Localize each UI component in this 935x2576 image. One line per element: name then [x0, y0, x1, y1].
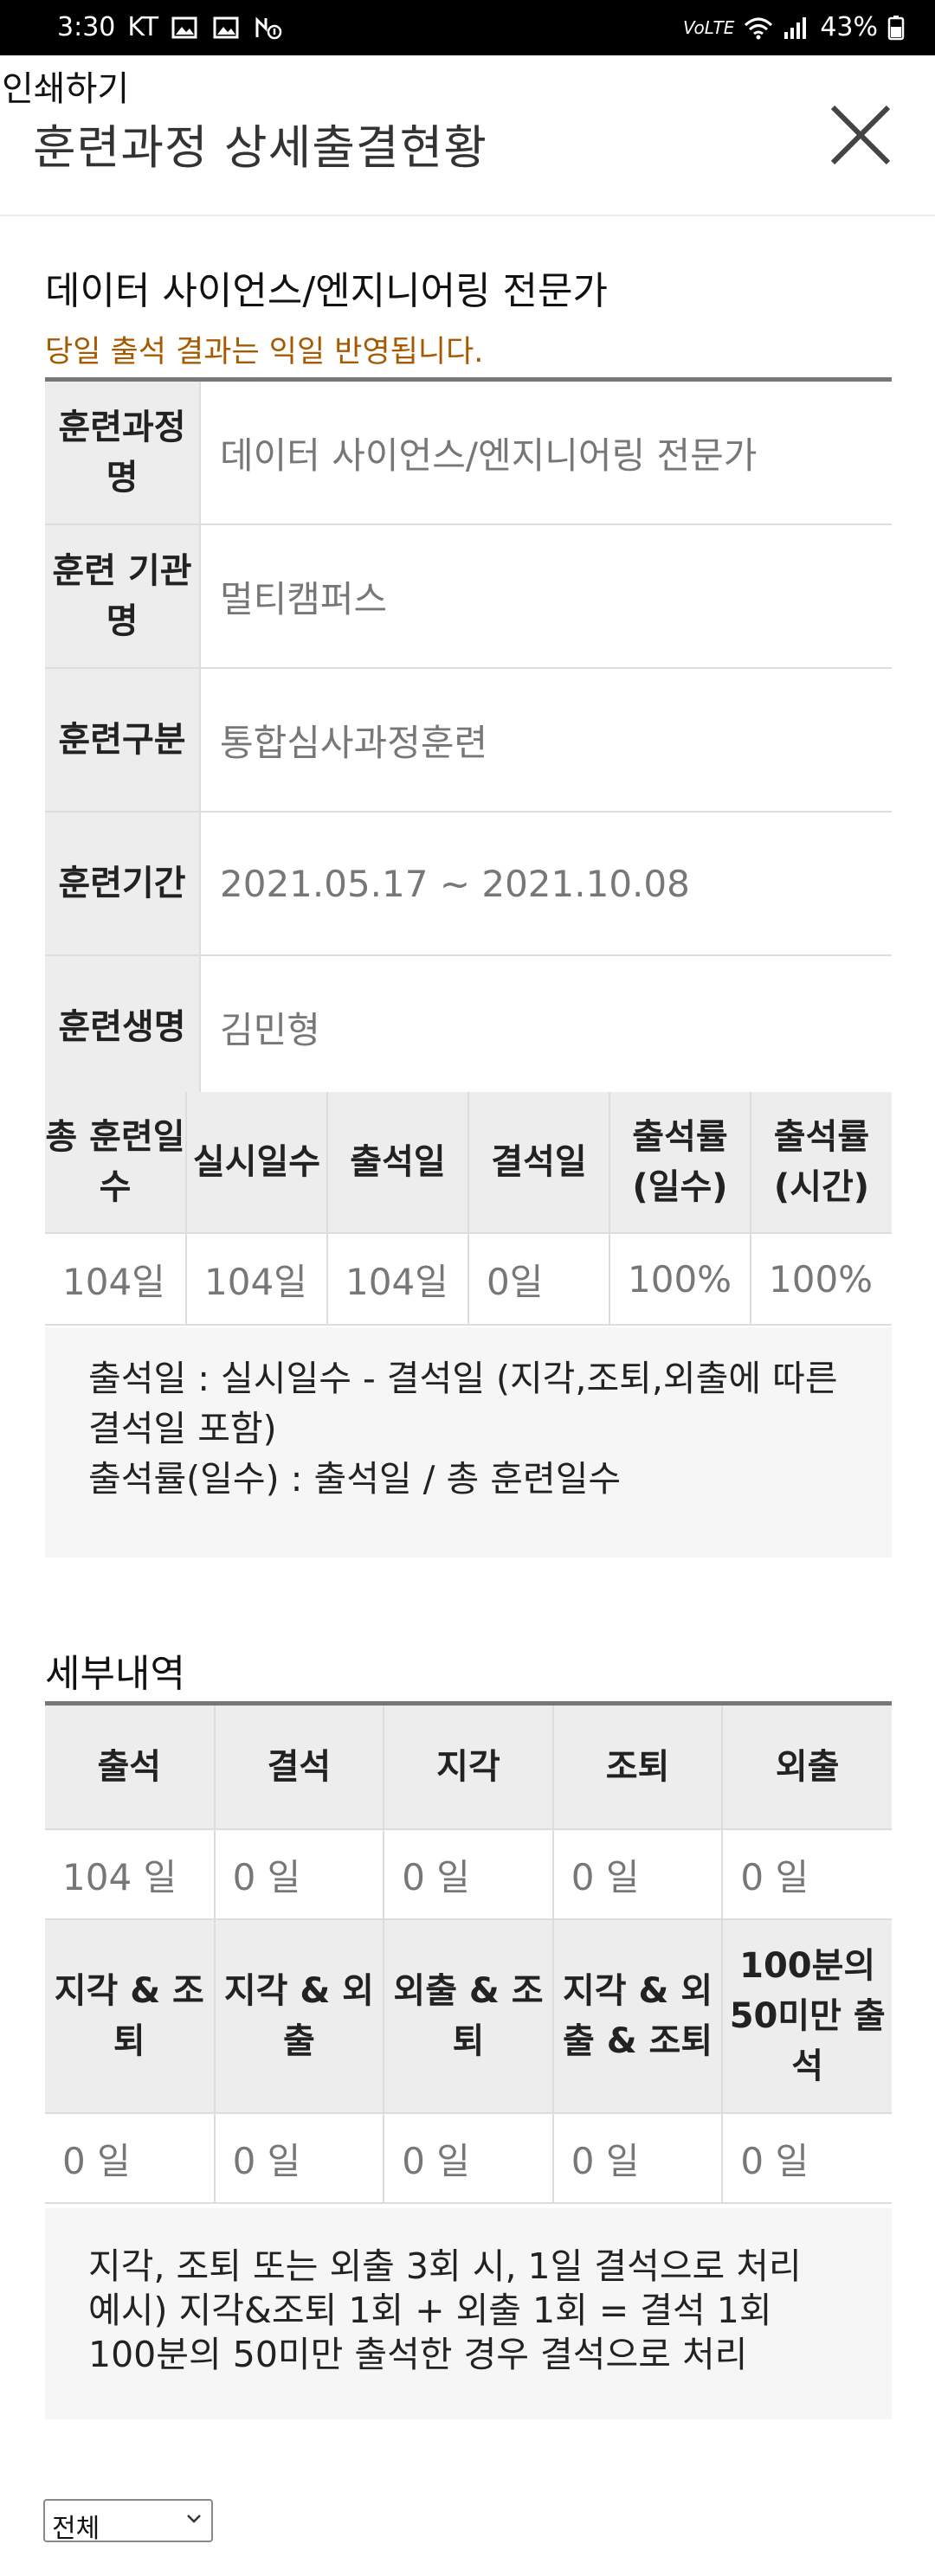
note-line: 지각, 조퇴 또는 외출 3회 시, 1일 결석으로 처리 — [88, 2245, 802, 2287]
info-label: 훈련기간 — [45, 812, 201, 956]
chevron-down-icon — [187, 2515, 201, 2523]
detail-header: 외출 — [722, 1703, 892, 1830]
course-info-table: 훈련과정명 데이터 사이언스/엔지니어링 전문가 훈련 기관명 멀티캠퍼스 훈련… — [45, 377, 892, 1100]
summary-header: 총 훈련일수 — [45, 1092, 187, 1234]
detail-value: 0 일 — [722, 2113, 892, 2204]
detail-value-row: 104 일 0 일 0 일 0 일 0 일 — [45, 1829, 892, 1920]
summary-header-row: 총 훈련일수 실시일수 출석일 결석일 출석률(일수) 출석률(시간) — [45, 1092, 892, 1234]
attendance-formula-note: 출석일 : 실시일수 - 결석일 (지각,조퇴,외출에 따른 결석일 포함) 출… — [45, 1327, 892, 1558]
detail-header: 지각 & 외출 & 조퇴 — [552, 1919, 724, 2114]
detail-header: 지각 — [384, 1703, 554, 1830]
svg-text:VoLTE: VoLTE — [683, 17, 735, 38]
info-row: 훈련기간 2021.05.17 ~ 2021.10.08 — [45, 812, 892, 956]
battery-icon — [887, 15, 905, 40]
summary-value-row: 104일 104일 104일 0일 100% 100% — [45, 1233, 892, 1326]
detail-header: 지각 & 외출 — [214, 1919, 385, 2114]
note-line: 100분의 50미만 출석한 경우 결석으로 처리 — [88, 2334, 748, 2375]
course-name: 데이터 사이언스/엔지니어링 전문가 — [45, 269, 608, 313]
info-label: 훈련 기관명 — [45, 524, 201, 669]
detail-value: 104 일 — [45, 1829, 216, 1920]
summary-value: 100% — [751, 1233, 892, 1326]
summary-value: 104일 — [45, 1233, 187, 1326]
info-row: 훈련 기관명 멀티캠퍼스 — [45, 524, 892, 669]
attendance-notice: 당일 출석 결과는 익일 반영됩니다. — [45, 335, 484, 369]
summary-header: 출석률(일수) — [609, 1092, 751, 1234]
detail-value: 0 일 — [384, 1829, 554, 1920]
detail-header-row: 지각 & 조퇴 지각 & 외출 외출 & 조퇴 지각 & 외출 & 조퇴 100… — [45, 1919, 892, 2114]
detail-header: 결석 — [214, 1703, 385, 1830]
detail-value-row: 0 일 0 일 0 일 0 일 0 일 — [45, 2113, 892, 2204]
attendance-summary-table: 총 훈련일수 실시일수 출석일 결석일 출석률(일수) 출석률(시간) 104일… — [45, 1092, 892, 1326]
status-carrier: KT — [127, 12, 159, 42]
summary-header: 결석일 — [468, 1092, 610, 1234]
signal-icon — [784, 16, 807, 39]
detail-header-row: 출석 결석 지각 조퇴 외출 — [45, 1703, 892, 1830]
detail-table: 출석 결석 지각 조퇴 외출 104 일 0 일 0 일 0 일 0 일 지각 … — [45, 1701, 892, 2204]
image-icon — [171, 16, 197, 38]
info-value: 데이터 사이언스/엔지니어링 전문가 — [200, 379, 892, 525]
info-row: 훈련구분 통합심사과정훈련 — [45, 668, 892, 813]
print-link[interactable]: 인쇄하기 — [2, 61, 129, 111]
info-label: 훈련구분 — [45, 668, 201, 813]
image-icon — [213, 16, 239, 38]
summary-value: 100% — [609, 1233, 751, 1326]
info-value: 2021.05.17 ~ 2021.10.08 — [200, 812, 892, 956]
absence-rule-note: 지각, 조퇴 또는 외출 3회 시, 1일 결석으로 처리 예시) 지각&조퇴 … — [45, 2208, 892, 2419]
info-value: 통합심사과정훈련 — [200, 668, 892, 813]
summary-header: 실시일수 — [186, 1092, 328, 1234]
detail-value: 0 일 — [214, 1829, 385, 1920]
note-line: 출석일 : 실시일수 - 결석일 (지각,조퇴,외출에 따른 결석일 포함) — [88, 1358, 838, 1449]
summary-value: 0일 — [468, 1233, 610, 1326]
volte-icon: VoLTE — [683, 17, 735, 38]
detail-value: 0 일 — [552, 2113, 724, 2204]
detail-header: 출석 — [45, 1703, 216, 1830]
detail-value: 0 일 — [552, 1829, 724, 1920]
info-value: 멀티캠퍼스 — [200, 524, 892, 669]
detail-value: 0 일 — [214, 2113, 385, 2204]
nfc-icon — [255, 16, 282, 39]
close-icon[interactable] — [828, 102, 893, 168]
detail-value: 0 일 — [384, 2113, 554, 2204]
detail-header: 외출 & 조퇴 — [384, 1919, 554, 2114]
summary-header: 출석일 — [327, 1092, 469, 1234]
summary-value: 104일 — [327, 1233, 469, 1326]
filter-selected-value: 전체 — [52, 2514, 100, 2544]
info-row: 훈련생명 김민형 — [45, 955, 892, 1100]
detail-value: 0 일 — [45, 2113, 216, 2204]
filter-select[interactable]: 전체 — [43, 2499, 213, 2544]
detail-section-title: 세부내역 — [45, 1652, 185, 1696]
status-bar: 3:30 KT VoLTE 43% — [0, 0, 935, 55]
info-label: 훈련생명 — [45, 955, 201, 1100]
info-label: 훈련과정명 — [45, 379, 201, 525]
wifi-icon — [745, 17, 773, 39]
info-value: 김민형 — [200, 955, 892, 1100]
info-row: 훈련과정명 데이터 사이언스/엔지니어링 전문가 — [45, 379, 892, 525]
status-time: 3:30 — [57, 12, 116, 42]
detail-value: 0 일 — [722, 1829, 892, 1920]
battery-percent: 43% — [820, 12, 878, 42]
note-line: 출석률(일수) : 출석일 / 총 훈련일수 — [88, 1458, 622, 1500]
page-title: 훈련과정 상세출결현황 — [33, 120, 487, 175]
detail-header: 지각 & 조퇴 — [45, 1919, 216, 2114]
summary-header: 출석률(시간) — [751, 1092, 892, 1234]
note-line: 예시) 지각&조퇴 1회 + 외출 1회 = 결석 1회 — [88, 2290, 772, 2331]
header-divider — [0, 215, 935, 216]
detail-header: 100분의 50미만 출석 — [722, 1919, 892, 2114]
summary-value: 104일 — [186, 1233, 328, 1326]
detail-header: 조퇴 — [552, 1703, 724, 1830]
